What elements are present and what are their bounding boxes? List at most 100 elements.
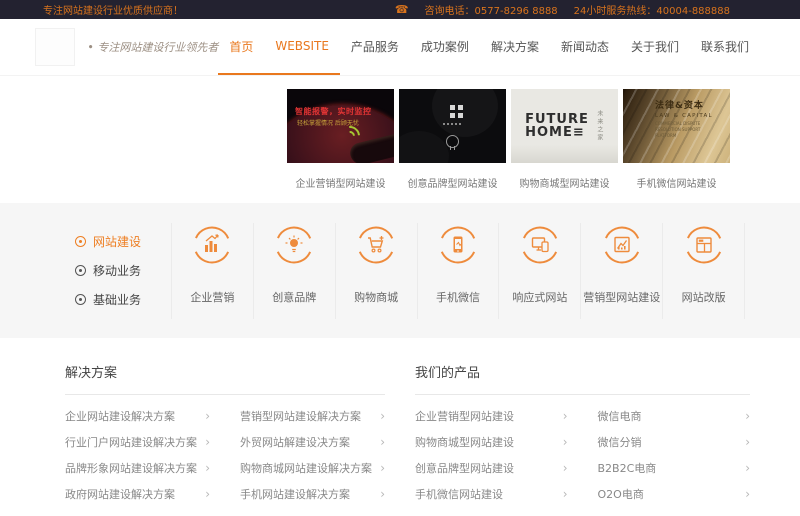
chevron-right-icon: › bbox=[745, 409, 750, 423]
chevron-right-icon: › bbox=[563, 409, 568, 423]
wechat-card-image: 法律&资本 LAW & CAPITAL COMMERCIAL DISPUTE R… bbox=[623, 89, 730, 163]
service-item-wechat[interactable]: 手机微信 bbox=[417, 223, 499, 319]
phone-icon: ☎ bbox=[395, 4, 409, 15]
nav-item-website[interactable]: WEBSITE bbox=[264, 19, 340, 75]
enterprise-card-image: 智能报警，实时监控 轻松掌握情况 后顾无忧 bbox=[287, 89, 394, 163]
service-item-redesign[interactable]: 网站改版 bbox=[662, 223, 745, 319]
footer-link[interactable]: 政府网站建设解决方案 › bbox=[65, 481, 210, 507]
topbar-slogan: 专注网站建设行业优质供应商！ bbox=[43, 2, 183, 17]
nav-item-cases[interactable]: 成功案例 bbox=[410, 19, 480, 75]
future-home-cn: 未来之家 bbox=[595, 110, 604, 142]
chevron-right-icon: › bbox=[380, 409, 385, 423]
footer-solutions: 解决方案 企业网站建设解决方案 › 营销型网站建设解决方案 › 行业门户网站建设… bbox=[65, 362, 385, 507]
card-caption: 购物商城型网站建设 bbox=[511, 175, 618, 190]
smartphone-icon bbox=[438, 225, 478, 265]
bulb-outline-icon bbox=[446, 135, 459, 148]
future-home-logo: FUTURE HOME≡ bbox=[525, 113, 589, 140]
nav-item-products[interactable]: 产品服务 bbox=[340, 19, 410, 75]
responsive-icon bbox=[520, 225, 560, 265]
card-art-headline: 智能报警，实时监控 bbox=[295, 106, 372, 117]
brand-mark-icon bbox=[450, 105, 455, 110]
showcase-card-enterprise[interactable]: 智能报警，实时监控 轻松掌握情况 后顾无忧 企业营销型网站建设 bbox=[287, 89, 394, 190]
services-menu-item-website[interactable]: 网站建设 bbox=[75, 233, 171, 250]
mall-card-image: FUTURE HOME≡ 未来之家 bbox=[511, 89, 618, 163]
chevron-right-icon: › bbox=[563, 487, 568, 501]
footer-link[interactable]: 营销型网站建设解决方案 › bbox=[240, 403, 385, 429]
chevron-right-icon: › bbox=[205, 461, 210, 475]
nav-item-contact[interactable]: 联系我们 bbox=[690, 19, 760, 75]
law-capital-title: 法律&资本 bbox=[655, 98, 717, 111]
card-caption: 创意品牌型网站建设 bbox=[399, 175, 506, 190]
footer-link[interactable]: 品牌形象网站建设解决方案 › bbox=[65, 455, 210, 481]
chart-frame-icon bbox=[602, 225, 642, 265]
footer-link[interactable]: 企业网站建设解决方案 › bbox=[65, 403, 210, 429]
footer-link[interactable]: 微信电商 › bbox=[598, 403, 751, 429]
footer-link[interactable]: B2B2C电商 › bbox=[598, 455, 751, 481]
showcase-card-creative[interactable]: 创意品牌型网站建设 bbox=[399, 89, 506, 190]
footer-products: 我们的产品 企业营销型网站建设 › 微信电商 › 购物商城型网站建设 › 微信分… bbox=[415, 362, 750, 507]
chevron-right-icon: › bbox=[205, 409, 210, 423]
footer-link[interactable]: 外贸网站解建设决方案 › bbox=[240, 429, 385, 455]
chevron-right-icon: › bbox=[745, 435, 750, 449]
showcase-card-mall[interactable]: FUTURE HOME≡ 未来之家 购物商城型网站建设 bbox=[511, 89, 618, 190]
service-item-responsive[interactable]: 响应式网站 bbox=[498, 223, 580, 319]
services-section: 网站建设 移动业务 基础业务 企业营销 bbox=[0, 203, 800, 338]
chevron-right-icon: › bbox=[563, 461, 568, 475]
service-item-mall[interactable]: 购物商城 bbox=[335, 223, 417, 319]
service-hotline: 24小时服务热线：40004-888888 bbox=[574, 2, 730, 17]
chevron-right-icon: › bbox=[745, 461, 750, 475]
law-capital-subtitle: LAW & CAPITAL bbox=[655, 113, 717, 119]
service-item-marketing[interactable]: 企业营销 bbox=[171, 223, 253, 319]
footer-link[interactable]: 行业门户网站建设解决方案 › bbox=[65, 429, 210, 455]
footer-link[interactable]: O2O电商 › bbox=[598, 481, 751, 507]
law-capital-tagline: COMMERCIAL DISPUTE RESOLUTION SUPPORT PL… bbox=[655, 121, 717, 139]
service-item-marketing-site[interactable]: 营销型网站建设 bbox=[580, 223, 662, 319]
topbar-contact: ☎ 咨询电话：0577-8296 8888 24小时服务热线：40004-888… bbox=[395, 2, 730, 17]
header: • 专注网站建设行业领先者 首页 WEBSITE 产品服务 成功案例 解决方案 … bbox=[0, 19, 800, 76]
radio-bullet-icon bbox=[75, 265, 86, 276]
services-menu: 网站建设 移动业务 基础业务 bbox=[75, 233, 171, 308]
layout-icon bbox=[684, 225, 724, 265]
site-tagline: • 专注网站建设行业领先者 bbox=[87, 39, 218, 55]
nav-item-about[interactable]: 关于我们 bbox=[620, 19, 690, 75]
services-menu-item-mobile[interactable]: 移动业务 bbox=[75, 262, 171, 279]
brand-text-graphic bbox=[443, 123, 463, 125]
cart-icon bbox=[356, 225, 396, 265]
products-title: 我们的产品 bbox=[415, 362, 750, 395]
bulb-icon bbox=[274, 225, 314, 265]
service-item-creative[interactable]: 创意品牌 bbox=[253, 223, 335, 319]
nav-item-home[interactable]: 首页 bbox=[218, 19, 264, 75]
footer-link[interactable]: 企业营销型网站建设 › bbox=[415, 403, 568, 429]
card-caption: 手机微信网站建设 bbox=[623, 175, 730, 190]
showcase-card-wechat[interactable]: 法律&资本 LAW & CAPITAL COMMERCIAL DISPUTE R… bbox=[623, 89, 730, 190]
chevron-right-icon: › bbox=[380, 461, 385, 475]
footer-link[interactable]: 购物商城网站建设解决方案 › bbox=[240, 455, 385, 481]
main-nav: 首页 WEBSITE 产品服务 成功案例 解决方案 新闻动态 关于我们 联系我们 bbox=[218, 19, 760, 75]
chevron-right-icon: › bbox=[563, 435, 568, 449]
services-items: 企业营销 创意品牌 购物商 bbox=[171, 223, 745, 319]
consult-phone-number: 咨询电话：0577-8296 8888 bbox=[425, 2, 558, 17]
card-caption: 企业营销型网站建设 bbox=[287, 175, 394, 190]
radio-bullet-icon bbox=[75, 236, 86, 247]
footer-link[interactable]: 微信分销 › bbox=[598, 429, 751, 455]
chevron-right-icon: › bbox=[745, 487, 750, 501]
footer-link[interactable]: 手机微信网站建设 › bbox=[415, 481, 568, 507]
chevron-right-icon: › bbox=[205, 487, 210, 501]
creative-card-image bbox=[399, 89, 506, 163]
solutions-title: 解决方案 bbox=[65, 362, 385, 395]
footer-link[interactable]: 手机网站建设解决方案 › bbox=[240, 481, 385, 507]
radio-bullet-icon bbox=[75, 294, 86, 305]
footer-link[interactable]: 购物商城型网站建设 › bbox=[415, 429, 568, 455]
bar-chart-icon bbox=[192, 225, 232, 265]
chevron-right-icon: › bbox=[380, 487, 385, 501]
topbar: 专注网站建设行业优质供应商！ ☎ 咨询电话：0577-8296 8888 24小… bbox=[0, 0, 800, 19]
product-showcase: 智能报警，实时监控 轻松掌握情况 后顾无忧 企业营销型网站建设 创意品牌型网站建… bbox=[0, 76, 800, 203]
nav-item-solutions[interactable]: 解决方案 bbox=[480, 19, 550, 75]
logo[interactable] bbox=[35, 28, 75, 66]
chevron-right-icon: › bbox=[380, 435, 385, 449]
footer-link[interactable]: 创意品牌型网站建设 › bbox=[415, 455, 568, 481]
footer: 解决方案 企业网站建设解决方案 › 营销型网站建设解决方案 › 行业门户网站建设… bbox=[0, 338, 800, 507]
nav-item-news[interactable]: 新闻动态 bbox=[550, 19, 620, 75]
services-menu-item-basic[interactable]: 基础业务 bbox=[75, 291, 171, 308]
chevron-right-icon: › bbox=[205, 435, 210, 449]
